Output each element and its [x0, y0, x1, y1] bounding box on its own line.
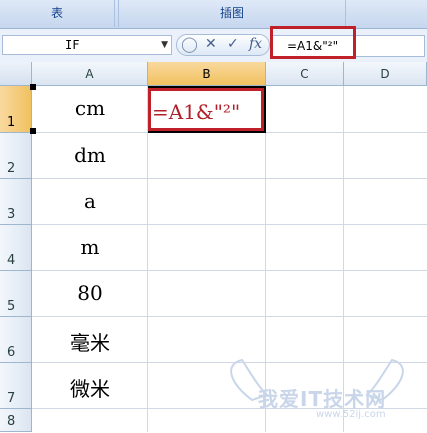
- ribbon-group-tables[interactable]: 表: [0, 0, 115, 27]
- column-header-b[interactable]: B: [148, 62, 266, 86]
- gridline: [32, 270, 427, 271]
- formula-buttons: ◯ ✕ ✓ fx: [176, 34, 270, 56]
- cell-a4[interactable]: m: [32, 235, 148, 259]
- row-header-7[interactable]: 7: [0, 363, 32, 409]
- cell-a3[interactable]: a: [32, 189, 148, 213]
- ribbon-group-blank: [348, 0, 427, 27]
- row-header-5[interactable]: 5: [0, 271, 32, 317]
- cell-highlight-box: [148, 88, 264, 131]
- row-header-4[interactable]: 4: [0, 225, 32, 271]
- row-header-1[interactable]: 1: [0, 86, 32, 133]
- cell-a2[interactable]: dm: [32, 143, 148, 167]
- select-all-corner[interactable]: [0, 62, 32, 86]
- function-icon[interactable]: fx: [249, 36, 262, 52]
- watermark: 我爱IT技术网 www.52ij.com: [212, 355, 422, 429]
- watermark-text: 我爱IT技术网: [258, 387, 387, 411]
- watermark-url: www.52ij.com: [316, 409, 386, 420]
- row-header-6[interactable]: 6: [0, 317, 32, 363]
- range-handle[interactable]: [30, 84, 36, 90]
- confirm-icon[interactable]: ✓: [227, 36, 239, 52]
- ribbon-group-illustrations[interactable]: 插图: [118, 0, 346, 27]
- row-header-3[interactable]: 3: [0, 179, 32, 225]
- row-header-8[interactable]: 8: [0, 409, 32, 432]
- gridline: [32, 316, 427, 317]
- cell-a6[interactable]: 毫米: [32, 327, 148, 356]
- formula-highlight-box: [270, 26, 356, 59]
- cancel-icon[interactable]: ✕: [205, 36, 217, 52]
- gridline: [32, 224, 427, 225]
- column-header-c[interactable]: C: [266, 62, 344, 86]
- name-box-value: IF: [65, 38, 80, 52]
- column-header-d[interactable]: D: [344, 62, 427, 86]
- cell-a5[interactable]: 80: [32, 281, 148, 305]
- column-header-a[interactable]: A: [32, 62, 148, 86]
- name-box[interactable]: IF ▼: [2, 35, 172, 55]
- expand-grip-icon[interactable]: ◯: [181, 35, 198, 53]
- formula-bar: IF ▼ ◯ ✕ ✓ fx =A1&"²": [0, 29, 427, 63]
- range-handle[interactable]: [30, 128, 36, 134]
- ribbon-group-labels: 表 插图: [0, 0, 427, 29]
- row-header-2[interactable]: 2: [0, 133, 32, 179]
- cell-a1[interactable]: cm: [32, 96, 148, 120]
- gridline: [32, 178, 427, 179]
- chevron-down-icon[interactable]: ▼: [161, 40, 168, 50]
- cell-a7[interactable]: 微米: [32, 373, 148, 402]
